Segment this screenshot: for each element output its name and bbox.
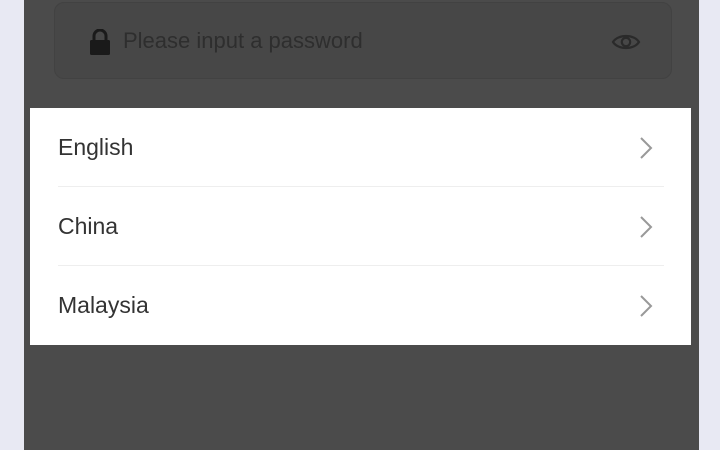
language-option-china[interactable]: China	[58, 187, 664, 266]
eye-icon[interactable]	[611, 31, 641, 53]
password-input[interactable]	[123, 25, 593, 57]
chevron-right-icon	[640, 137, 653, 159]
language-picker-sheet: English China Malaysia	[30, 108, 691, 345]
chevron-right-icon	[640, 295, 653, 317]
language-option-english[interactable]: English	[58, 108, 664, 187]
lock-icon	[90, 29, 110, 55]
password-field[interactable]	[54, 2, 672, 79]
app-screen: English China Malaysia	[24, 0, 699, 450]
language-label: China	[58, 213, 119, 239]
chevron-right-icon	[640, 216, 653, 238]
language-option-malaysia[interactable]: Malaysia	[58, 266, 664, 345]
language-label: English	[58, 134, 134, 160]
language-label: Malaysia	[58, 292, 149, 318]
